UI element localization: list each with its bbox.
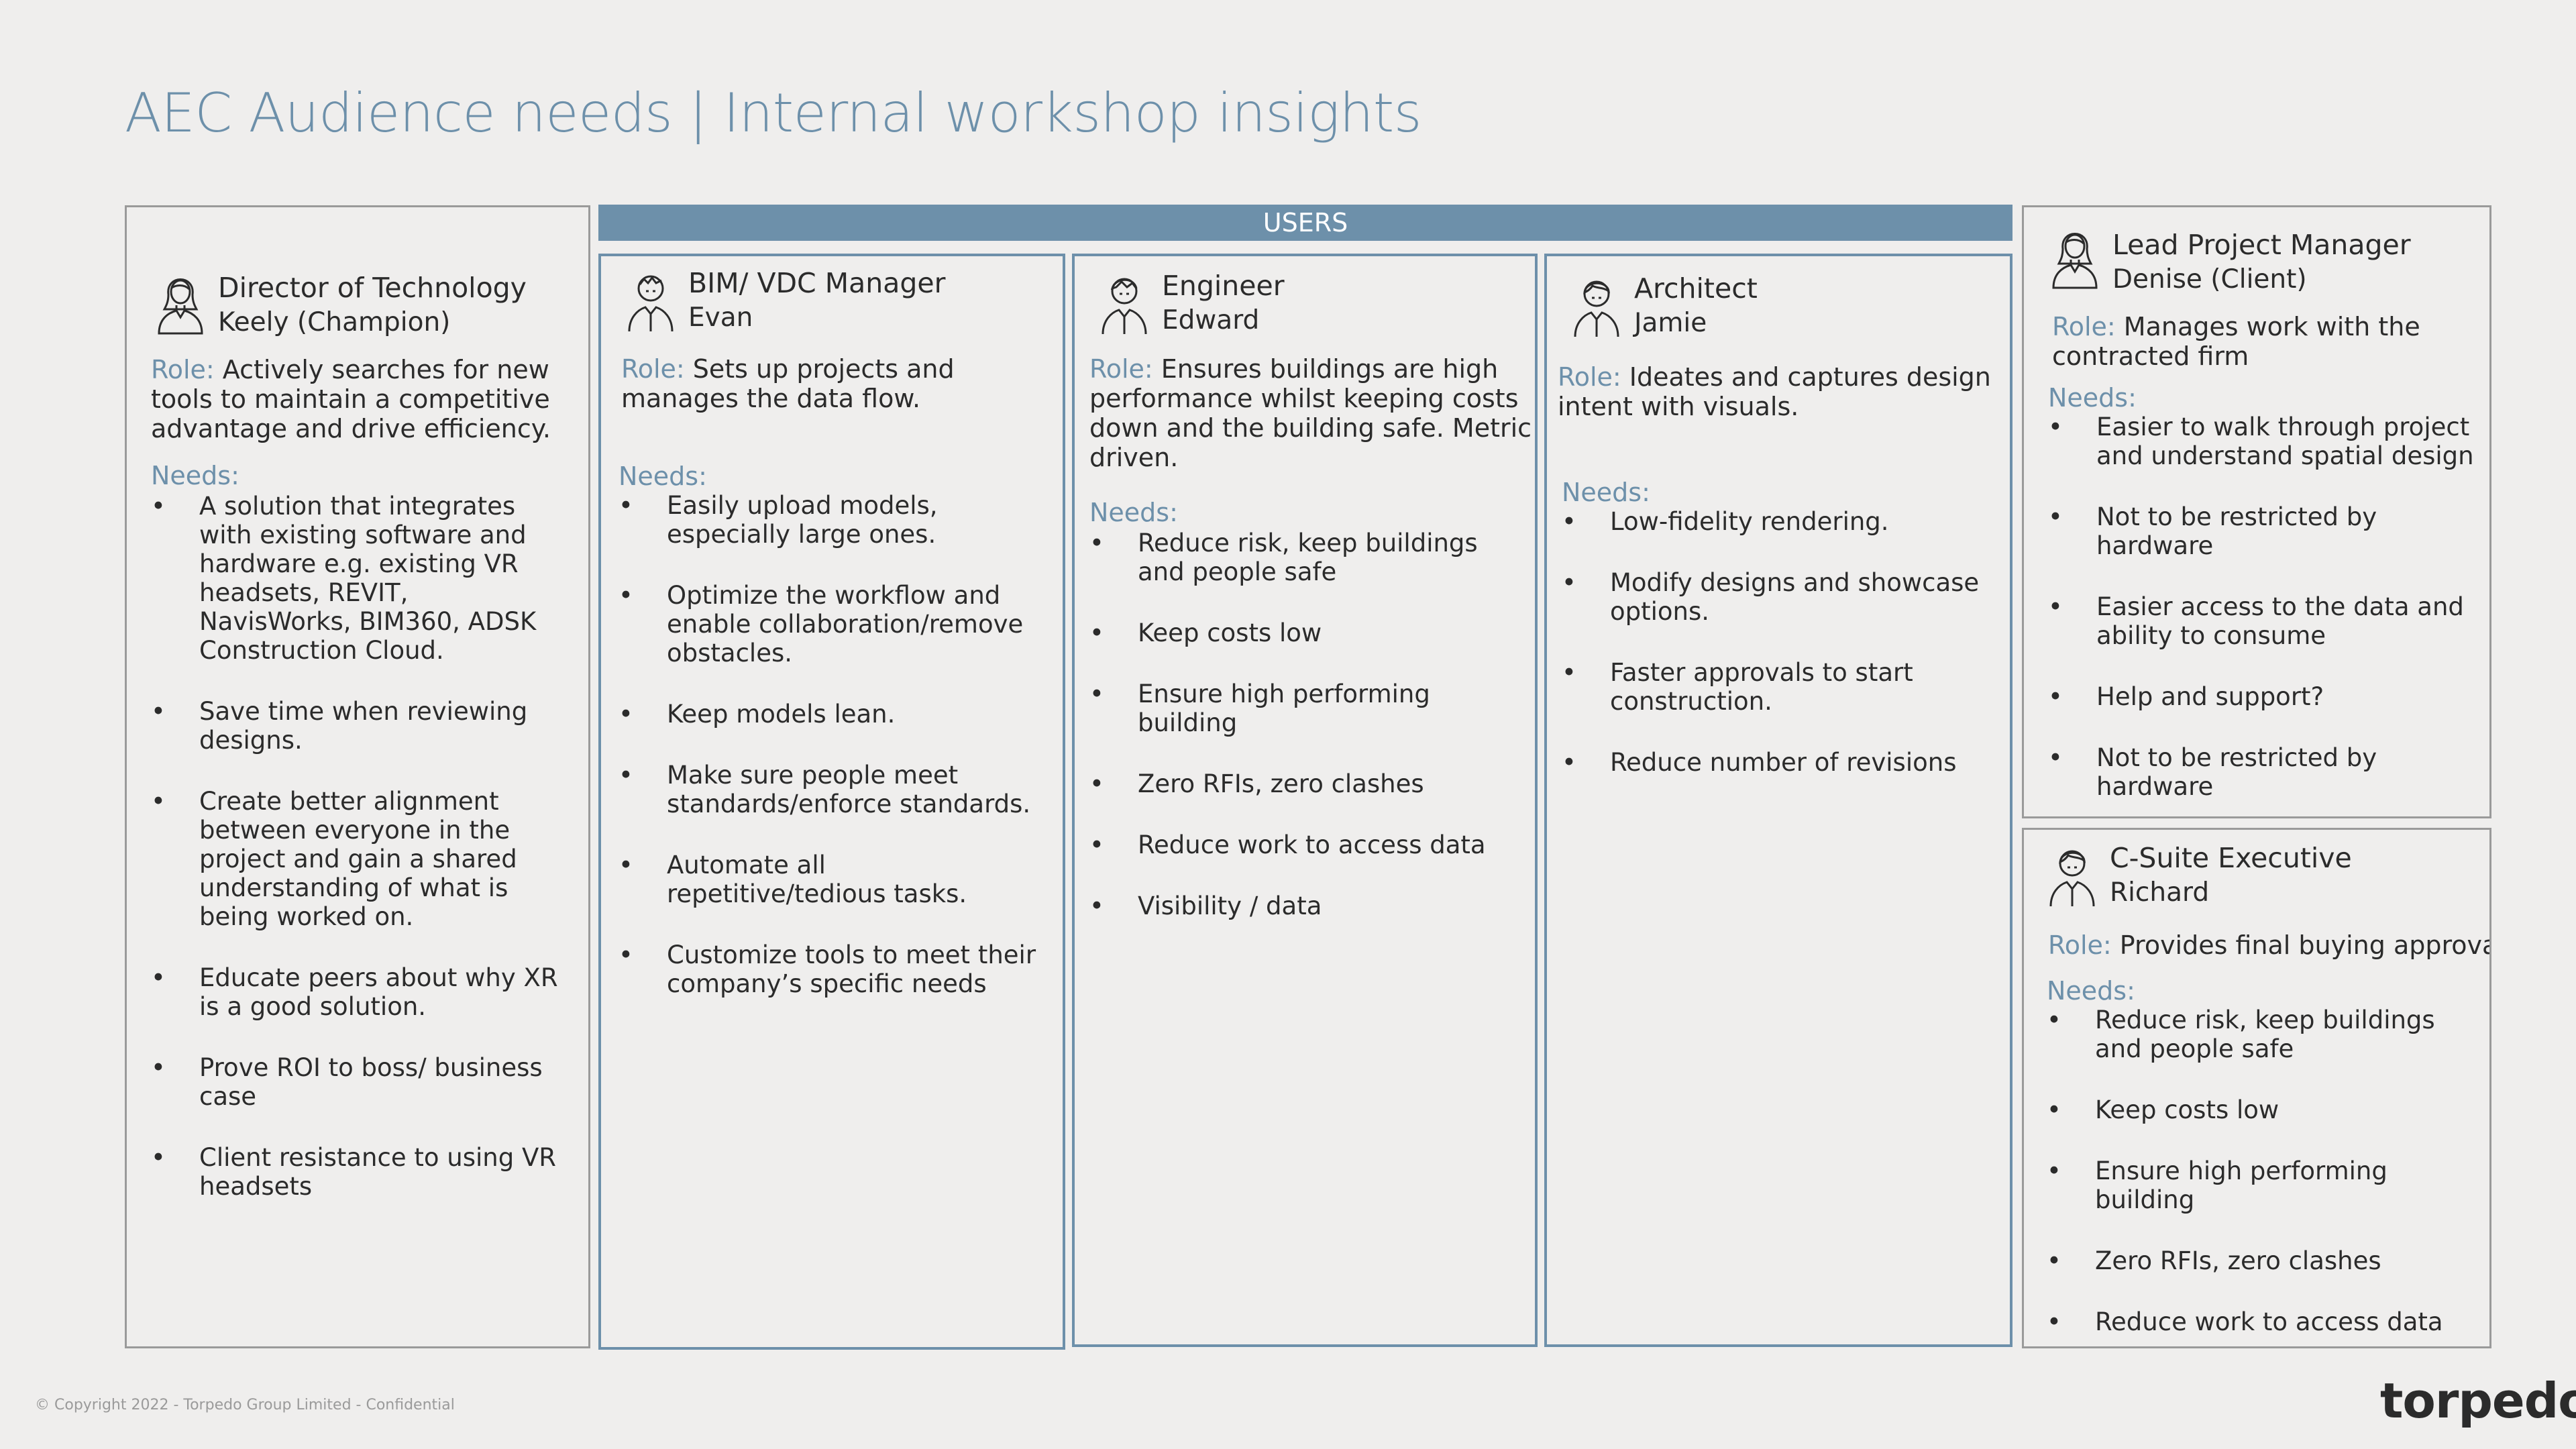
needs-label: Needs: <box>2047 976 2135 1006</box>
persona-name: Edward <box>1162 305 1260 335</box>
need-item: Make sure people meet standards/enforce … <box>619 761 1048 818</box>
needs-label: Needs: <box>619 462 707 491</box>
role-label: Role: <box>1558 362 1621 392</box>
role-text: Ideates and captures design intent with … <box>1558 362 1991 421</box>
persona-header: C-Suite Executive Richard <box>2045 841 2352 910</box>
need-item: Help and support? <box>2048 682 2477 711</box>
need-item: Automate all repetitive/tedious tasks. <box>619 851 1048 908</box>
need-item: Zero RFIs, zero clashes <box>2047 1246 2476 1275</box>
persona-title: Engineer <box>1162 270 1285 302</box>
need-item: Ensure high performing building <box>1089 680 1525 737</box>
need-item: Reduce work to access data <box>1089 830 1525 859</box>
persona-header: Lead Project Manager Denise (Client) <box>2048 222 2411 297</box>
needs-label: Needs: <box>1089 498 1178 527</box>
role-label: Role: <box>2048 930 2112 960</box>
persona-title: Director of Technology <box>218 272 527 304</box>
need-item: Ensure high performing building <box>2047 1157 2476 1214</box>
need-item: Customize tools to meet their company’s … <box>619 941 1048 998</box>
persona-title: Lead Project Manager <box>2112 229 2411 261</box>
needs-label: Needs: <box>151 461 239 490</box>
persona-role: Role: Ensures buildings are high perform… <box>1089 354 1532 472</box>
role-label: Role: <box>151 355 215 384</box>
role-label: Role: <box>621 354 685 384</box>
persona-card-architect: Architect Jamie Role: Ideates and captur… <box>1544 254 2012 1347</box>
persona-name: Richard <box>2110 877 2210 908</box>
needs-list: Low-fidelity rendering. Modify designs a… <box>1562 507 1998 809</box>
female-user-icon <box>2048 222 2102 289</box>
need-item: Easier to walk through project and under… <box>2048 413 2477 470</box>
need-item: Not to be restricted by hardware <box>2048 743 2477 801</box>
needs-list: Reduce risk, keep buildings and people s… <box>2047 1006 2476 1336</box>
female-user-icon <box>154 268 207 335</box>
need-item: Keep costs low <box>1089 619 1525 647</box>
persona-role: Role: Sets up projects and manages the d… <box>621 354 1057 413</box>
need-item: Easier access to the data and ability to… <box>2048 592 2477 650</box>
role-text: Provides final buying approval <box>2119 930 2491 960</box>
need-item: Visibility / data <box>1089 892 1525 920</box>
need-item: Modify designs and showcase options. <box>1562 568 1998 626</box>
persona-role: Role: Actively searches for new tools to… <box>151 355 567 443</box>
need-item: A solution that integrates with existing… <box>151 492 567 665</box>
role-label: Role: <box>2052 312 2116 341</box>
copyright-notice: © Copyright 2022 - Torpedo Group Limited… <box>35 1397 455 1413</box>
persona-header: BIM/ VDC Manager Evan <box>624 266 945 335</box>
needs-list: Easily upload models, especially large o… <box>619 491 1048 1030</box>
needs-list: A solution that integrates with existing… <box>151 492 567 1233</box>
need-item: Educate peers about why XR is a good sol… <box>151 963 567 1021</box>
needs-label: Needs: <box>2048 383 2137 413</box>
persona-card-project-manager: Lead Project Manager Denise (Client) Rol… <box>2022 205 2491 818</box>
needs-list: Easier to walk through project and under… <box>2048 413 2477 816</box>
torpedo-logo: torpedo <box>2380 1373 2576 1429</box>
slide-title: AEC Audience needs | Internal workshop i… <box>125 82 1421 144</box>
persona-card-director: Director of Technology Keely (Champion) … <box>125 205 590 1348</box>
need-item: Easily upload models, especially large o… <box>619 491 1048 549</box>
male-user-icon <box>624 266 678 333</box>
persona-title: C-Suite Executive <box>2110 842 2352 874</box>
need-item: Client resistance to using VR headsets <box>151 1143 567 1201</box>
persona-card-csuite: C-Suite Executive Richard Role: Provides… <box>2022 828 2491 1348</box>
need-item: Faster approvals to start construction. <box>1562 658 1998 716</box>
needs-label: Needs: <box>1562 478 1650 507</box>
persona-title: BIM/ VDC Manager <box>688 267 946 299</box>
persona-role: Role: Ideates and captures design intent… <box>1558 362 2000 421</box>
male-user-icon <box>2045 841 2099 908</box>
need-item: Not to be restricted by hardware <box>2048 502 2477 560</box>
users-header-bar: USERS <box>598 205 2012 241</box>
role-label: Role: <box>1089 354 1153 384</box>
need-item: Optimize the workflow and enable collabo… <box>619 581 1048 667</box>
need-item: Prove ROI to boss/ business case <box>151 1053 567 1111</box>
persona-card-bim-manager: BIM/ VDC Manager Evan Role: Sets up proj… <box>598 254 1065 1350</box>
need-item: Keep models lean. <box>619 700 1048 729</box>
persona-card-engineer: Engineer Edward Role: Ensures buildings … <box>1072 254 1538 1347</box>
persona-header: Architect Jamie <box>1570 271 1758 341</box>
need-item: Reduce number of revisions <box>1562 748 1998 777</box>
persona-name: Jamie <box>1634 308 1707 338</box>
persona-header: Director of Technology Keely (Champion) <box>154 268 527 340</box>
need-item: Keep costs low <box>2047 1095 2476 1124</box>
need-item: Save time when reviewing designs. <box>151 697 567 755</box>
persona-name: Keely (Champion) <box>218 307 451 337</box>
persona-name: Evan <box>688 303 753 333</box>
persona-role: Role: Manages work with the contracted f… <box>2052 312 2468 371</box>
users-label: USERS <box>1263 208 1348 237</box>
need-item: Reduce work to access data <box>2047 1307 2476 1336</box>
persona-role: Role: Provides final buying approval <box>2048 930 2489 960</box>
need-item: Create better alignment between everyone… <box>151 787 567 931</box>
need-item: Zero RFIs, zero clashes <box>1089 769 1525 798</box>
role-text: Ensures buildings are high performance w… <box>1089 354 1532 472</box>
needs-list: Reduce risk, keep buildings and people s… <box>1089 529 1525 953</box>
male-user-icon <box>1570 271 1623 338</box>
need-item: Reduce risk, keep buildings and people s… <box>2047 1006 2476 1063</box>
need-item: Reduce risk, keep buildings and people s… <box>1089 529 1525 586</box>
male-user-icon <box>1097 268 1151 335</box>
need-item: Low-fidelity rendering. <box>1562 507 1998 536</box>
persona-name: Denise (Client) <box>2112 264 2307 294</box>
persona-title: Architect <box>1634 272 1758 305</box>
persona-header: Engineer Edward <box>1097 268 1285 338</box>
